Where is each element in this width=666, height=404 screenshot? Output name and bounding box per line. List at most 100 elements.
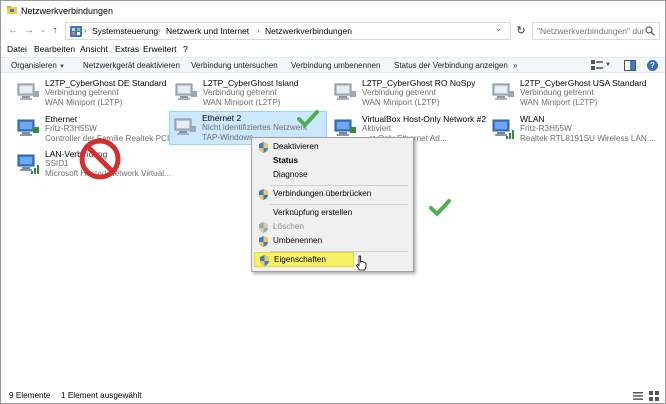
forward-arrow-icon[interactable]: → <box>23 24 35 38</box>
ctx-verknuepfung-erstellen[interactable]: Verknüpfung erstellen <box>254 207 411 220</box>
connection-device: TAP-Windows <box>202 133 254 142</box>
ctx-label: Status <box>273 156 299 165</box>
control-panel-icon <box>70 26 82 37</box>
connection-item[interactable]: L2TP_CyberGhost USA Standard Verbindung … <box>488 77 658 111</box>
rename-connection-button[interactable]: Verbindung umbenennen <box>291 61 380 70</box>
help-icon[interactable]: ? <box>647 60 658 71</box>
connection-device: Realtek RTL8191SU Wireless LAN ... <box>520 134 656 143</box>
more-commands-button[interactable]: » <box>513 61 517 70</box>
connection-status-button[interactable]: Status der Verbindung anzeigen <box>394 61 508 70</box>
connection-device: WAN Miniport (L2TP) <box>362 98 440 107</box>
wlan-icon <box>17 154 39 174</box>
preview-pane-icon[interactable] <box>624 60 636 71</box>
item-count: 9 Elemente <box>9 391 51 400</box>
ctx-label: Deaktivieren <box>273 142 319 151</box>
connection-device: WAN Miniport (L2TP) <box>45 98 123 107</box>
up-arrow-icon[interactable]: ↑ <box>49 24 61 38</box>
vpn-computer-icon <box>334 83 356 100</box>
organize-button[interactable]: Organisieren ▼ <box>11 61 65 70</box>
ctx-label: Umbenennen <box>273 236 323 245</box>
window-title: Netzwerkverbindungen <box>21 6 114 16</box>
ethernet-icon <box>17 119 39 136</box>
details-view-icon[interactable] <box>633 391 643 401</box>
recent-dropdown-icon[interactable]: ⌄ <box>37 24 49 38</box>
context-menu: Deaktivieren Status Diagnose Verbindunge… <box>251 137 414 272</box>
search-box[interactable] <box>532 22 660 40</box>
ctx-label: Diagnose <box>273 170 308 179</box>
network-folder-icon <box>7 6 17 14</box>
vpn-computer-icon <box>17 83 39 100</box>
connection-status: Fritz-R3H55W <box>520 124 572 133</box>
organize-label: Organisieren <box>11 61 57 70</box>
ctx-status[interactable]: Status <box>254 155 411 168</box>
large-icons-view-icon[interactable] <box>649 391 659 401</box>
connection-item[interactable]: L2TP_CyberGhost DE Standard Verbindung g… <box>13 77 171 111</box>
connection-status: Nicht identifiziertes Netzwerk <box>202 123 308 132</box>
back-arrow-icon[interactable]: ← <box>7 24 19 38</box>
wlan-icon <box>492 119 514 139</box>
connection-name: WLAN <box>520 114 545 124</box>
refresh-icon[interactable]: ↻ <box>513 23 529 39</box>
connection-status: Verbindung getrennt <box>362 88 436 97</box>
breadcrumb-separator-icon: › <box>257 26 260 35</box>
connection-status: SSID1 <box>45 159 69 168</box>
menu-erweitert[interactable]: Erweitert <box>143 44 177 54</box>
dropdown-arrow-icon: ▼ <box>59 64 65 70</box>
uac-shield-icon <box>259 236 268 247</box>
breadcrumb-netzwerk-und-internet[interactable]: Netzwerk und Internet <box>166 26 249 36</box>
connection-status: Verbindung getrennt <box>520 88 594 97</box>
status-bar: 9 Elemente 1 Element ausgewählt <box>1 389 665 403</box>
breadcrumb-separator-icon: › <box>84 26 87 35</box>
connection-status: Fritz-R3H55W <box>45 124 97 133</box>
menu-extras[interactable]: Extras <box>115 44 139 54</box>
address-dropdown-icon[interactable]: ⌄ <box>495 24 502 33</box>
ctx-diagnose[interactable]: Diagnose <box>254 169 411 182</box>
connection-name: L2TP_CyberGhost Island <box>203 78 299 88</box>
ethernet-icon <box>174 118 196 135</box>
connection-item[interactable]: WLAN Fritz-R3H55W Realtek RTL8191SU Wire… <box>488 113 658 147</box>
search-input[interactable] <box>537 25 645 37</box>
ctx-separator <box>270 204 408 205</box>
connection-name: L2TP_CyberGhost DE Standard <box>45 78 167 88</box>
connection-device: WAN Miniport (L2TP) <box>520 98 598 107</box>
title-bar: Netzwerkverbindungen <box>1 1 665 21</box>
vpn-computer-icon <box>175 83 197 100</box>
selection-count: 1 Element ausgewählt <box>61 391 142 400</box>
breadcrumb-separator-icon: › <box>158 26 161 35</box>
breadcrumb-systemsteuerung[interactable]: Systemsteuerung <box>92 26 158 36</box>
ctx-separator <box>270 185 408 186</box>
connection-item[interactable]: L2TP_CyberGhost Island Verbindung getren… <box>171 77 329 111</box>
ctx-label: Eigenschaften <box>274 255 326 264</box>
ctx-umbenennen[interactable]: Umbenennen <box>254 235 411 248</box>
uac-shield-icon <box>259 142 268 153</box>
ctx-deaktivieren[interactable]: Deaktivieren <box>254 141 411 154</box>
ctx-loeschen: Löschen <box>254 221 411 234</box>
menu-ansicht[interactable]: Ansicht <box>80 44 108 54</box>
search-icon <box>645 26 655 36</box>
view-dropdown-icon[interactable]: ▼ <box>605 62 611 68</box>
vpn-computer-icon <box>492 83 514 100</box>
forbidden-sign-icon <box>79 138 121 180</box>
menu-help[interactable]: ? <box>183 44 188 54</box>
connection-status: Aktiviert <box>362 124 392 133</box>
breadcrumb-netzwerkverbindungen[interactable]: Netzwerkverbindungen <box>265 26 352 36</box>
connection-item[interactable]: L2TP_CyberGhost RO NoSpy Verbindung getr… <box>330 77 488 111</box>
connection-name: VirtualBox Host-Only Network #2 <box>362 114 487 124</box>
connection-name: Ethernet 2 <box>202 113 242 123</box>
ctx-verbindungen-ueberbruecken[interactable]: Verbindungen überbrücken <box>254 188 411 201</box>
connection-name: Ethernet <box>45 114 78 124</box>
explorer-window: Netzwerkverbindungen ← → ⌄ ↑ › Systemste… <box>0 0 666 404</box>
disable-device-button[interactable]: Netzwerkgerät deaktivieren <box>83 61 180 70</box>
ctx-label: Verknüpfung erstellen <box>273 208 353 217</box>
connection-device: WAN Miniport (L2TP) <box>203 98 281 107</box>
address-bar[interactable]: › Systemsteuerung › Netzwerk und Interne… <box>65 22 511 40</box>
connection-name: L2TP_CyberGhost USA Standard <box>520 78 647 88</box>
diagnose-connection-button[interactable]: Verbindung untersuchen <box>191 61 278 70</box>
green-checkmark-icon <box>297 110 319 127</box>
menu-bar: Datei Bearbeiten Ansicht Extras Erweiter… <box>1 41 665 57</box>
menu-bearbeiten[interactable]: Bearbeiten <box>34 44 75 54</box>
ctx-eigenschaften[interactable]: Eigenschaften <box>254 252 354 267</box>
change-view-icon[interactable] <box>591 60 603 71</box>
menu-datei[interactable]: Datei <box>7 44 27 54</box>
ctx-label: Verbindungen überbrücken <box>273 189 372 198</box>
